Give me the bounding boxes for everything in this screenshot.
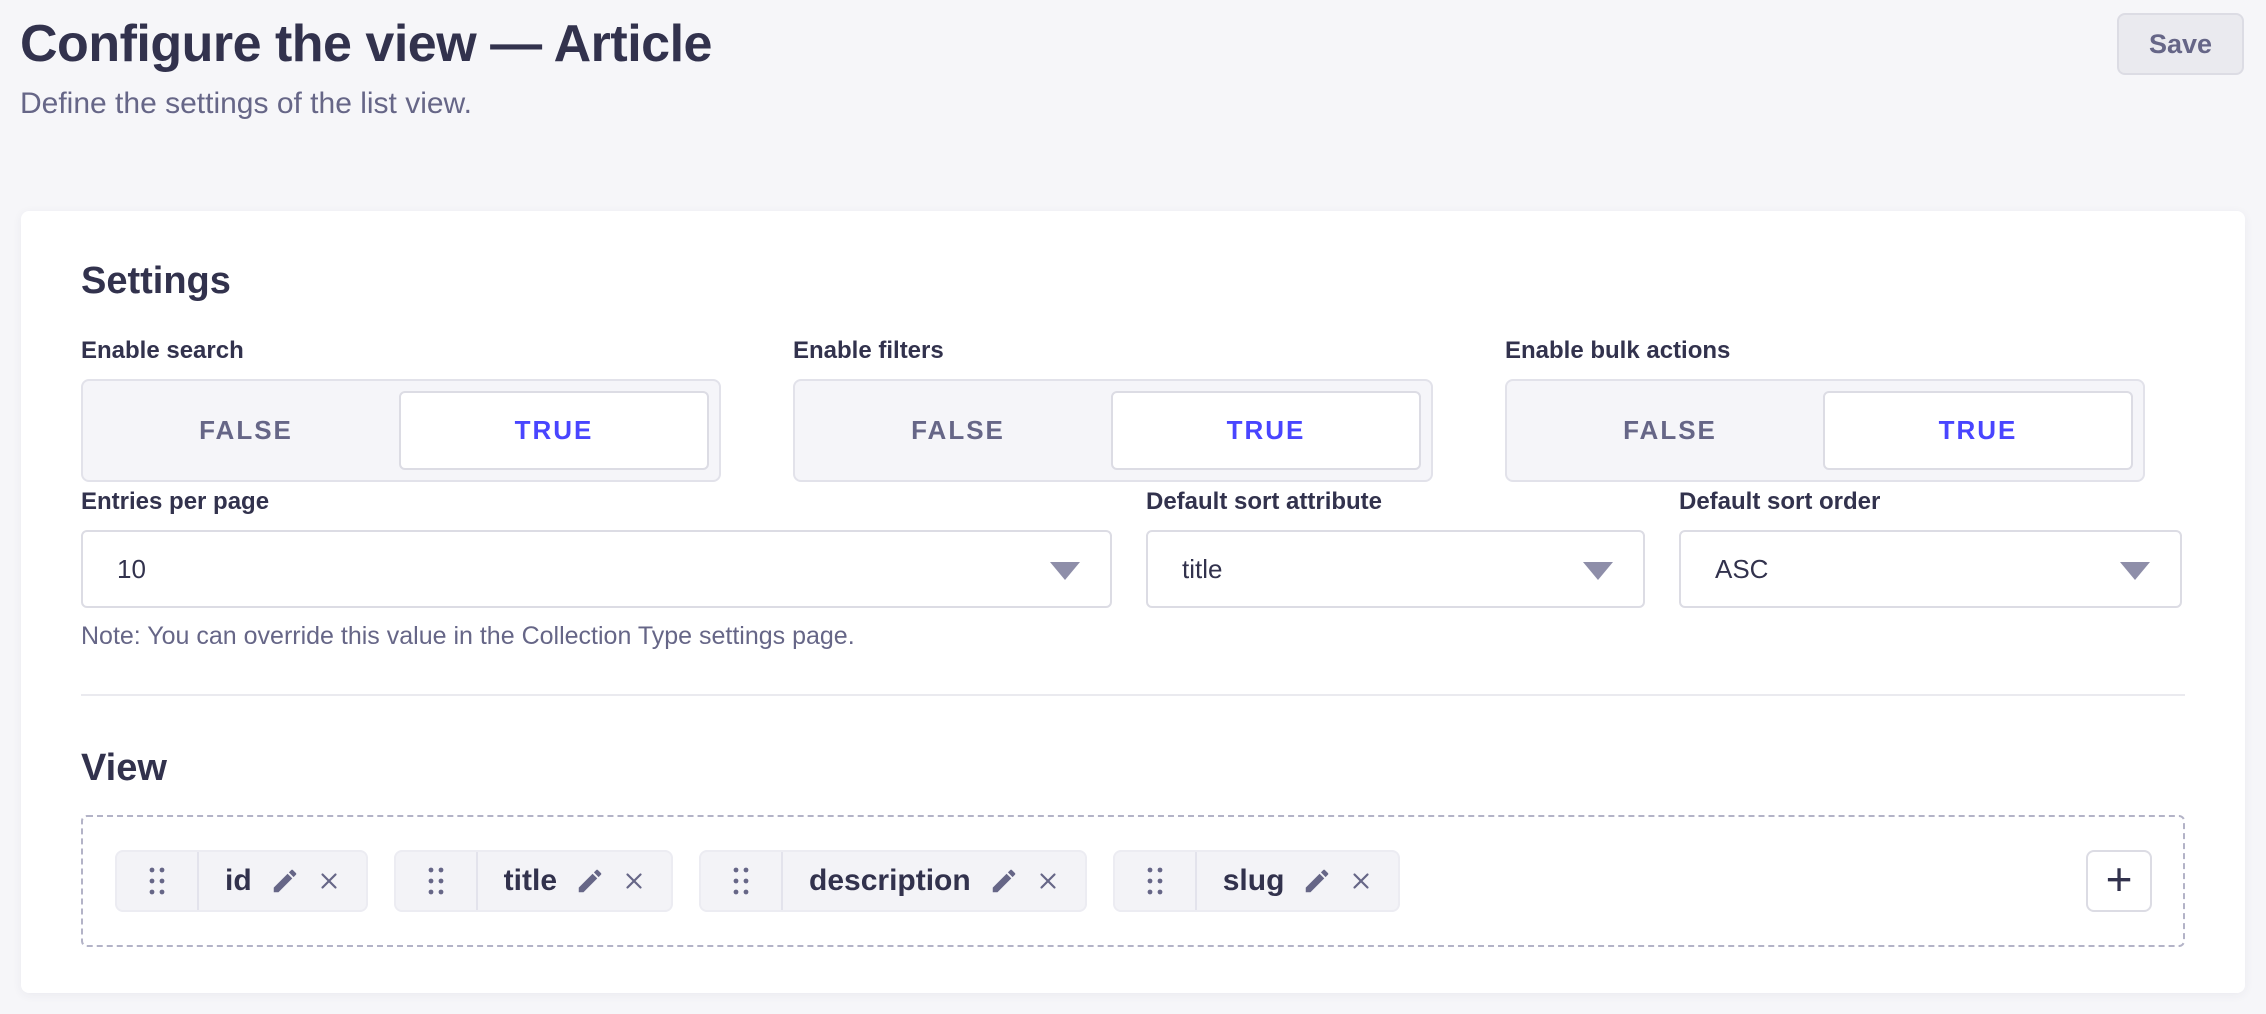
field-chip-label: title xyxy=(478,864,557,898)
field-chip-description[interactable]: description xyxy=(699,850,1087,912)
field-chip-title[interactable]: title xyxy=(394,850,673,912)
entries-per-page-select[interactable]: 10 xyxy=(81,530,1112,608)
field-label: Enable filters xyxy=(793,337,1433,365)
pencil-icon[interactable] xyxy=(270,866,300,896)
drag-handle-icon[interactable] xyxy=(396,852,478,910)
toggle-option-false[interactable]: FALSE xyxy=(1517,391,1823,470)
enable-search-toggle[interactable]: FALSE TRUE xyxy=(81,379,721,482)
plus-icon: + xyxy=(2106,856,2133,902)
toggle-option-true[interactable]: TRUE xyxy=(1111,391,1421,470)
select-value: ASC xyxy=(1715,554,1768,585)
chevron-down-icon xyxy=(1050,562,1080,580)
field-chip-label: id xyxy=(199,864,252,898)
pencil-icon[interactable] xyxy=(575,866,605,896)
field-label: Default sort order xyxy=(1679,488,2182,516)
field-label: Enable search xyxy=(81,337,721,365)
pencil-icon[interactable] xyxy=(1302,866,1332,896)
drag-handle-icon[interactable] xyxy=(117,852,199,910)
settings-heading: Settings xyxy=(81,261,2185,301)
field-drop-zone: id title xyxy=(81,815,2185,947)
x-icon[interactable] xyxy=(621,868,647,894)
enable-filters-toggle[interactable]: FALSE TRUE xyxy=(793,379,1433,482)
drag-handle-icon[interactable] xyxy=(1115,852,1197,910)
x-icon[interactable] xyxy=(1348,868,1374,894)
settings-card: Settings Enable search FALSE TRUE Enable… xyxy=(21,211,2245,993)
field-chip-id[interactable]: id xyxy=(115,850,368,912)
page-subtitle: Define the settings of the list view. xyxy=(20,86,2244,122)
page-title: Configure the view — Article xyxy=(20,14,2244,74)
default-sort-attribute-select[interactable]: title xyxy=(1146,530,1645,608)
chevron-down-icon xyxy=(2120,562,2150,580)
toggle-option-true[interactable]: TRUE xyxy=(1823,391,2133,470)
toggle-row: Enable search FALSE TRUE Enable filters … xyxy=(81,337,2185,482)
default-sort-order-select[interactable]: ASC xyxy=(1679,530,2182,608)
x-icon[interactable] xyxy=(316,868,342,894)
select-value: 10 xyxy=(117,554,146,585)
section-divider xyxy=(81,694,2185,696)
enable-search-field: Enable search FALSE TRUE xyxy=(81,337,721,482)
field-label: Default sort attribute xyxy=(1146,488,1645,516)
field-label: Enable bulk actions xyxy=(1505,337,2145,365)
field-chip-label: slug xyxy=(1197,864,1285,898)
add-field-button[interactable]: + xyxy=(2086,850,2152,912)
save-button[interactable]: Save xyxy=(2117,13,2244,75)
page-header: Configure the view — Article Define the … xyxy=(0,0,2266,122)
default-sort-order-field: Default sort order ASC xyxy=(1679,488,2182,651)
select-row: Entries per page 10 Note: You can overri… xyxy=(81,488,2185,651)
field-label: Entries per page xyxy=(81,488,1112,516)
enable-filters-field: Enable filters FALSE TRUE xyxy=(793,337,1433,482)
field-chip-label: description xyxy=(783,864,971,898)
chevron-down-icon xyxy=(1583,562,1613,580)
select-value: title xyxy=(1182,554,1222,585)
toggle-option-true[interactable]: TRUE xyxy=(399,391,709,470)
enable-bulk-actions-toggle[interactable]: FALSE TRUE xyxy=(1505,379,2145,482)
entries-per-page-note: Note: You can override this value in the… xyxy=(81,621,1112,651)
toggle-option-false[interactable]: FALSE xyxy=(93,391,399,470)
view-heading: View xyxy=(81,748,2185,788)
pencil-icon[interactable] xyxy=(989,866,1019,896)
default-sort-attribute-field: Default sort attribute title xyxy=(1146,488,1645,651)
entries-per-page-field: Entries per page 10 Note: You can overri… xyxy=(81,488,1112,651)
x-icon[interactable] xyxy=(1035,868,1061,894)
drag-handle-icon[interactable] xyxy=(701,852,783,910)
enable-bulk-actions-field: Enable bulk actions FALSE TRUE xyxy=(1505,337,2145,482)
field-chip-slug[interactable]: slug xyxy=(1113,850,1401,912)
toggle-option-false[interactable]: FALSE xyxy=(805,391,1111,470)
